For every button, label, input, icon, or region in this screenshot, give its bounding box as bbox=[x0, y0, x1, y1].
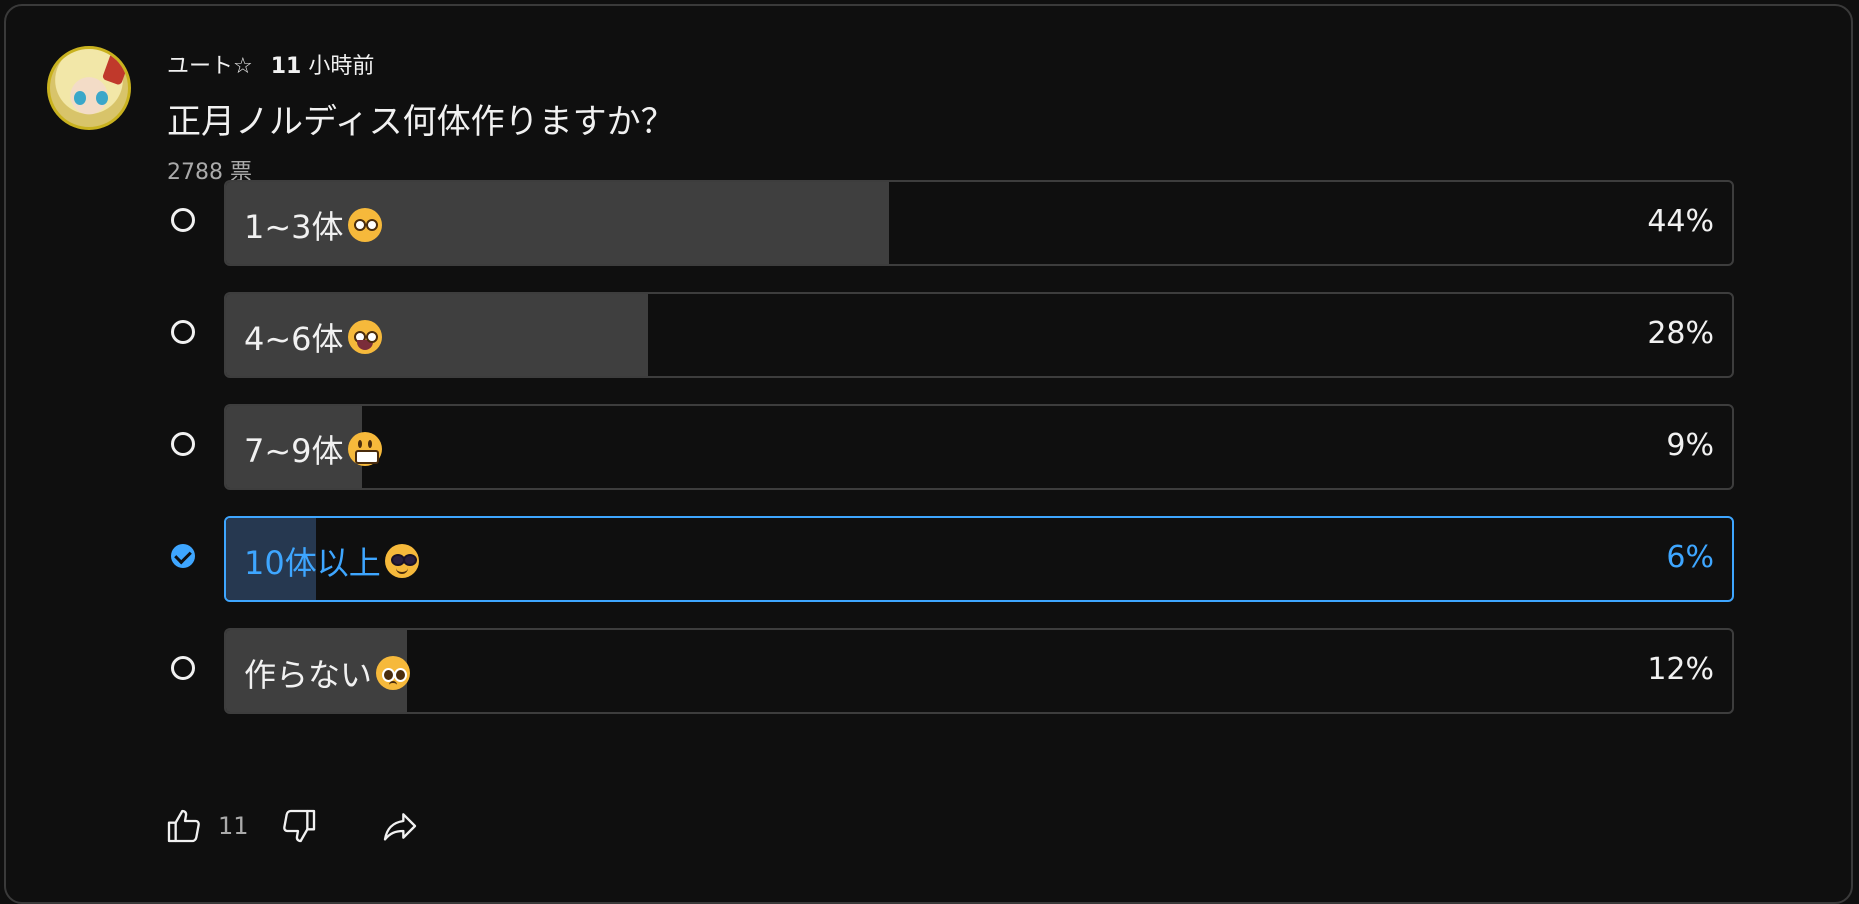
poll-option-bar[interactable]: 1~3体 44% bbox=[224, 180, 1734, 266]
poll-option-label-wrap: 1~3体 bbox=[244, 202, 382, 248]
radio-unchecked-icon[interactable] bbox=[171, 208, 195, 232]
post-time-unit: 小時前 bbox=[308, 54, 375, 79]
avatar-eye-right bbox=[96, 91, 108, 105]
thumbs-up-icon bbox=[167, 809, 200, 843]
avatar-eye-left bbox=[74, 91, 86, 105]
avatar-ribbon bbox=[101, 52, 128, 86]
poll-option-label-wrap: 7~9体 bbox=[244, 426, 382, 472]
poll-option[interactable]: 1~3体 44% bbox=[166, 180, 1736, 266]
flushed-face-icon bbox=[347, 208, 382, 242]
poll-option[interactable]: 作らない 12% bbox=[166, 628, 1736, 714]
grinning-face-icon bbox=[347, 320, 382, 354]
radio-unchecked-icon[interactable] bbox=[171, 320, 195, 344]
post-time[interactable]: 11 小時前 bbox=[271, 48, 375, 80]
poll-option-percent: 6% bbox=[1666, 540, 1714, 575]
beaming-face-icon bbox=[347, 432, 382, 466]
thumbs-down-icon bbox=[282, 809, 315, 843]
like-button[interactable]: 11 bbox=[164, 806, 249, 846]
poll-question: 正月ノルディス何体作りますか？ bbox=[167, 102, 675, 142]
community-post-card: ユート☆ 11 小時前 正月ノルディス何体作りますか？ 2788 票 1~3体 … bbox=[4, 4, 1853, 904]
poll-option[interactable]: 4~6体 28% bbox=[166, 292, 1736, 378]
poll-option-bar[interactable]: 作らない 12% bbox=[224, 628, 1734, 714]
poll-option-bar[interactable]: 4~6体 28% bbox=[224, 292, 1734, 378]
poll-option-bar[interactable]: 10体以上 6% bbox=[224, 516, 1734, 602]
poll-option-label: 作らない bbox=[244, 656, 373, 694]
share-button[interactable] bbox=[379, 806, 421, 846]
poll-option-label-wrap: 4~6体 bbox=[244, 314, 382, 360]
poll-option-percent: 12% bbox=[1647, 652, 1714, 687]
poll-option-percent: 44% bbox=[1647, 204, 1714, 239]
radio-checked-icon[interactable] bbox=[171, 544, 195, 568]
sunglasses-face-icon bbox=[384, 544, 419, 578]
poll-option-label: 7~9体 bbox=[244, 432, 344, 470]
post-actions: 11 bbox=[164, 806, 421, 846]
author-avatar[interactable] bbox=[47, 46, 131, 130]
poll-option-percent: 28% bbox=[1647, 316, 1714, 351]
dislike-button[interactable] bbox=[279, 806, 319, 846]
share-icon bbox=[383, 813, 416, 841]
pleading-face-icon bbox=[376, 656, 411, 690]
poll-option-selected[interactable]: 10体以上 6% bbox=[166, 516, 1736, 602]
post-header: ユート☆ 11 小時前 bbox=[167, 48, 374, 80]
poll-option[interactable]: 7~9体 9% bbox=[166, 404, 1736, 490]
poll-option-label: 1~3体 bbox=[244, 208, 344, 246]
poll-option-label-wrap: 10体以上 bbox=[244, 538, 419, 584]
poll-option-label-wrap: 作らない bbox=[244, 650, 411, 696]
poll-option-label: 4~6体 bbox=[244, 320, 344, 358]
poll-option-percent: 9% bbox=[1666, 428, 1714, 463]
poll-option-label: 10体以上 bbox=[244, 544, 381, 582]
poll-option-bar[interactable]: 7~9体 9% bbox=[224, 404, 1734, 490]
post-time-number: 11 bbox=[270, 54, 302, 79]
radio-unchecked-icon[interactable] bbox=[171, 656, 195, 680]
radio-unchecked-icon[interactable] bbox=[171, 432, 195, 456]
like-count: 11 bbox=[218, 812, 249, 840]
author-name[interactable]: ユート☆ bbox=[167, 48, 253, 80]
